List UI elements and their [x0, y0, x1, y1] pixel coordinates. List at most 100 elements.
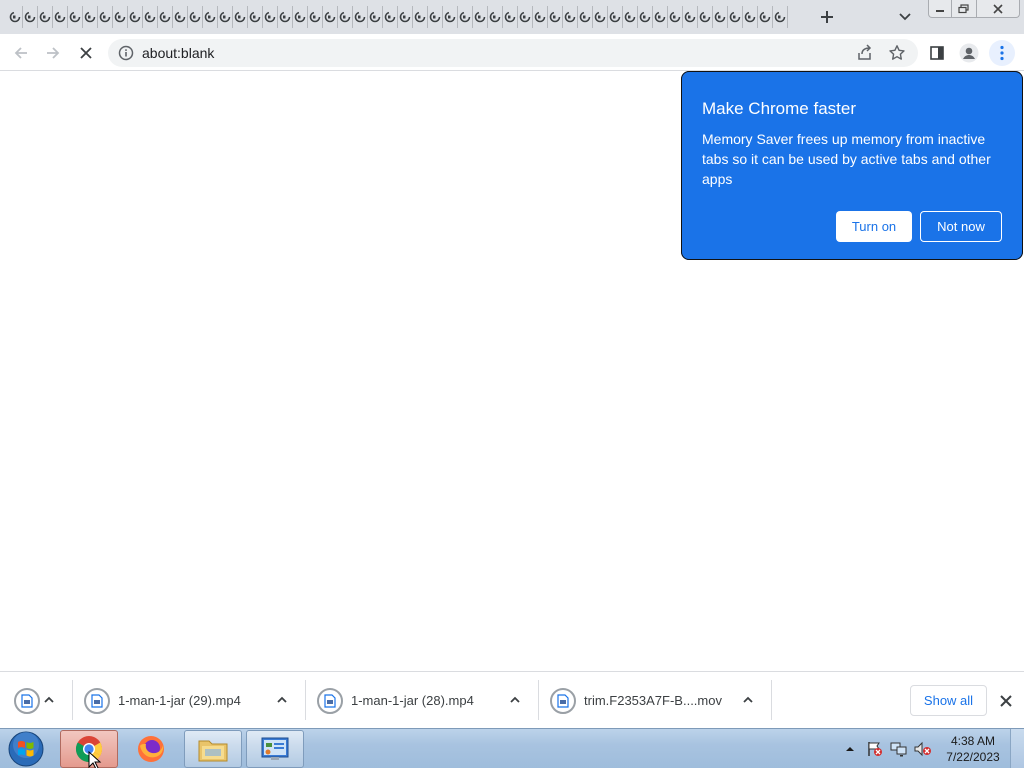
download-item-partial[interactable]: [14, 672, 40, 729]
browser-tab[interactable]: [248, 6, 263, 28]
address-bar[interactable]: about:blank: [108, 39, 918, 67]
browser-tab[interactable]: [38, 6, 53, 28]
browser-tab[interactable]: [218, 6, 233, 28]
new-tab-button[interactable]: [816, 6, 838, 28]
tray-expand-icon[interactable]: [844, 743, 856, 755]
show-all-button[interactable]: Show all: [910, 685, 987, 716]
browser-tab[interactable]: [233, 6, 248, 28]
chevron-up-icon[interactable]: [42, 693, 56, 707]
browser-tab[interactable]: [158, 6, 173, 28]
browser-tab[interactable]: [713, 6, 728, 28]
chevron-up-icon[interactable]: [508, 693, 522, 707]
firefox-icon: [138, 736, 164, 762]
browser-tab[interactable]: [638, 6, 653, 28]
browser-tab[interactable]: [728, 6, 743, 28]
browser-tab[interactable]: [698, 6, 713, 28]
browser-tab[interactable]: [608, 6, 623, 28]
share-icon[interactable]: [856, 44, 874, 62]
download-item[interactable]: trim.F2353A7F-B....mov: [550, 672, 722, 729]
download-item[interactable]: 1-man-1-jar (29).mp4: [84, 672, 241, 729]
profile-icon: [959, 43, 979, 63]
close-window-button[interactable]: [976, 0, 1020, 18]
browser-tab[interactable]: [98, 6, 113, 28]
browser-tab[interactable]: [548, 6, 563, 28]
browser-tab[interactable]: [668, 6, 683, 28]
browser-tab[interactable]: [8, 6, 23, 28]
close-icon[interactable]: [998, 693, 1014, 709]
browser-tab[interactable]: [368, 6, 383, 28]
profile-button[interactable]: [956, 40, 982, 66]
browser-tab[interactable]: [578, 6, 593, 28]
show-desktop-button[interactable]: [1010, 729, 1024, 768]
maximize-button[interactable]: [951, 0, 977, 18]
taskbar-firefox[interactable]: [122, 730, 180, 768]
chevron-up-icon[interactable]: [275, 693, 289, 707]
browser-tab[interactable]: [278, 6, 293, 28]
browser-tab[interactable]: [338, 6, 353, 28]
minimize-button[interactable]: [928, 0, 952, 18]
turn-on-button[interactable]: Turn on: [836, 211, 912, 242]
page-loading-icon: [99, 11, 111, 23]
menu-button[interactable]: [989, 40, 1015, 66]
stop-button[interactable]: [73, 40, 99, 66]
browser-tab[interactable]: [653, 6, 668, 28]
browser-tab[interactable]: [203, 6, 218, 28]
browser-tab[interactable]: [188, 6, 203, 28]
info-icon[interactable]: [118, 45, 134, 61]
browser-tab[interactable]: [308, 6, 323, 28]
browser-tab[interactable]: [398, 6, 413, 28]
browser-tab[interactable]: [113, 6, 128, 28]
browser-tab[interactable]: [743, 6, 758, 28]
browser-tab[interactable]: [443, 6, 458, 28]
network-icon[interactable]: [890, 741, 908, 757]
volume-muted-icon[interactable]: [914, 741, 932, 757]
page-loading-icon: [729, 11, 741, 23]
browser-tab[interactable]: [83, 6, 98, 28]
browser-tab[interactable]: [518, 6, 533, 28]
browser-tab[interactable]: [773, 6, 788, 28]
browser-tab[interactable]: [623, 6, 638, 28]
browser-tab[interactable]: [758, 6, 773, 28]
browser-tab[interactable]: [593, 6, 608, 28]
browser-tab[interactable]: [23, 6, 38, 28]
start-button[interactable]: [6, 730, 46, 768]
browser-tab[interactable]: [68, 6, 83, 28]
browser-tab[interactable]: [428, 6, 443, 28]
browser-tab[interactable]: [503, 6, 518, 28]
not-now-button[interactable]: Not now: [920, 211, 1002, 242]
forward-button[interactable]: [40, 40, 66, 66]
url-text[interactable]: about:blank: [142, 45, 214, 61]
browser-tab[interactable]: [383, 6, 398, 28]
page-loading-icon: [609, 11, 621, 23]
taskbar-control-panel[interactable]: [246, 730, 304, 768]
browser-tab[interactable]: [173, 6, 188, 28]
browser-tab[interactable]: [683, 6, 698, 28]
download-item[interactable]: 1-man-1-jar (28).mp4: [317, 672, 474, 729]
browser-tab[interactable]: [323, 6, 338, 28]
browser-tab[interactable]: [488, 6, 503, 28]
minimize-icon: [936, 9, 944, 12]
taskbar-chrome[interactable]: [60, 730, 118, 768]
back-button[interactable]: [8, 40, 34, 66]
page-loading-icon: [549, 11, 561, 23]
chevron-up-icon[interactable]: [741, 693, 755, 707]
browser-tab[interactable]: [473, 6, 488, 28]
divider: [771, 680, 772, 720]
system-clock[interactable]: 4:38 AM 7/22/2023: [940, 733, 1006, 765]
browser-tab[interactable]: [563, 6, 578, 28]
browser-tab[interactable]: [413, 6, 428, 28]
browser-tab[interactable]: [458, 6, 473, 28]
star-icon[interactable]: [888, 44, 906, 62]
taskbar: 4:38 AM 7/22/2023: [0, 728, 1024, 768]
action-center-icon[interactable]: [866, 741, 884, 757]
tab-search-button[interactable]: [894, 6, 916, 28]
browser-tab[interactable]: [533, 6, 548, 28]
browser-tab[interactable]: [53, 6, 68, 28]
browser-tab[interactable]: [353, 6, 368, 28]
side-panel-button[interactable]: [924, 40, 950, 66]
browser-tab[interactable]: [293, 6, 308, 28]
browser-tab[interactable]: [143, 6, 158, 28]
browser-tab[interactable]: [128, 6, 143, 28]
browser-tab[interactable]: [263, 6, 278, 28]
taskbar-file-explorer[interactable]: [184, 730, 242, 768]
